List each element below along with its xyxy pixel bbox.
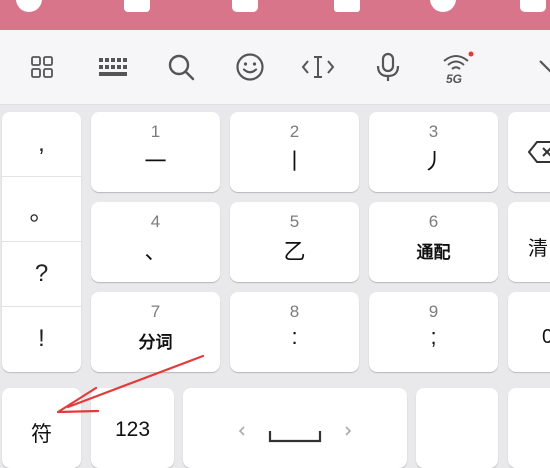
annotation-arrow (56, 354, 205, 414)
